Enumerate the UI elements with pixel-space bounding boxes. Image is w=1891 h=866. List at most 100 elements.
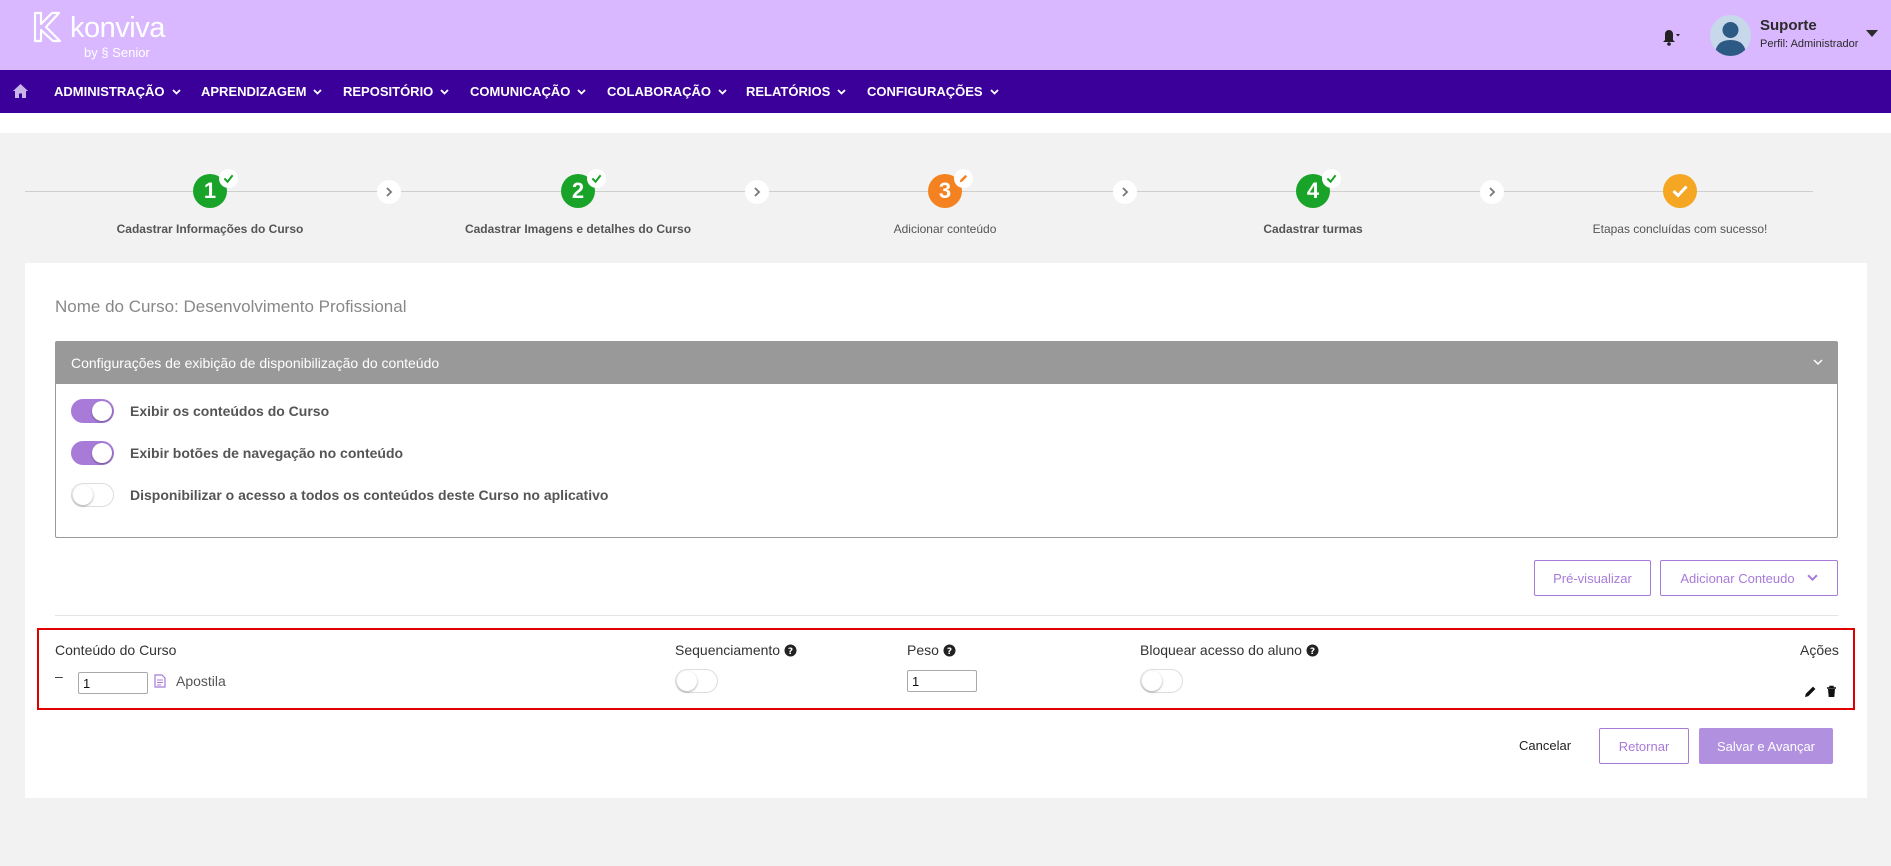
stepper-line (25, 191, 1813, 192)
nav-item-comunicacao[interactable]: COMUNICAÇÃO (470, 70, 587, 113)
nav-item-label: COLABORAÇÃO (607, 84, 711, 99)
collapse-minus[interactable]: – (55, 668, 63, 684)
check-icon (1322, 169, 1341, 188)
user-menu-caret-icon[interactable] (1866, 30, 1878, 37)
step-3-label: Adicionar conteúdo (893, 222, 997, 236)
step-1-label: Cadastrar Informações do Curso (116, 222, 304, 236)
chevron-down-icon (1806, 574, 1818, 582)
chevron-down-icon (577, 88, 587, 95)
cancel-button[interactable]: Cancelar (1519, 738, 1571, 753)
user-name[interactable]: Suporte (1760, 17, 1817, 34)
help-icon[interactable]: ? (943, 644, 956, 657)
nav-item-colaboracao[interactable]: COLABORAÇÃO (607, 70, 727, 113)
save-and-continue-button[interactable]: Salvar e Avançar (1699, 728, 1833, 764)
toggle-label: Disponibilizar o acesso a todos os conte… (130, 487, 609, 503)
step-final-label: Etapas concluídas com sucesso! (1592, 222, 1768, 236)
content-title[interactable]: Apostila (176, 673, 226, 689)
course-content-table: Conteúdo do Curso Sequenciamento ? Peso … (37, 628, 1855, 710)
nav-item-label: COMUNICAÇÃO (470, 84, 571, 99)
header-content: Conteúdo do Curso (55, 642, 176, 658)
home-icon[interactable] (12, 83, 29, 99)
step-2-label: Cadastrar Imagens e detalhes do Curso (464, 222, 692, 236)
chevron-right-icon (745, 180, 769, 204)
trash-icon[interactable] (1825, 685, 1838, 698)
toggle-label: Exibir os conteúdos do Curso (130, 403, 330, 419)
nav-item-aprendizagem[interactable]: APRENDIZAGEM (201, 70, 323, 113)
top-spacer (0, 113, 1891, 133)
brand-byline: by § Senior (84, 45, 150, 60)
chevron-down-icon (718, 88, 727, 95)
display-config-panel: Configurações de exibição de disponibili… (55, 341, 1838, 538)
header-sequencing: Sequenciamento ? (675, 642, 797, 658)
display-config-title: Configurações de exibição de disponibili… (71, 355, 440, 371)
nav-item-label: CONFIGURAÇÕES (867, 84, 983, 99)
header-weight: Peso ? (907, 642, 956, 658)
preview-button[interactable]: Pré-visualizar (1534, 560, 1651, 596)
header-content-label: Conteúdo do Curso (55, 642, 177, 658)
app-access-toggle[interactable] (71, 483, 114, 507)
nav-item-relatorios[interactable]: RELATÓRIOS (746, 70, 846, 113)
weight-input[interactable] (907, 670, 977, 692)
user-role: Perfil: Administrador (1760, 38, 1859, 50)
header-actions: Ações (1800, 642, 1839, 658)
course-name: Nome do Curso: Desenvolvimento Profissio… (55, 297, 407, 316)
nav-item-label: RELATÓRIOS (746, 84, 831, 99)
toggle-row-app-access: Disponibilizar o acesso a todos os conte… (71, 483, 608, 507)
back-button-label: Retornar (1618, 738, 1670, 754)
wizard-stepper: 1 Cadastrar Informações do Curso 2 Cadas… (25, 150, 1815, 250)
svg-text:?: ? (947, 647, 952, 657)
check-icon (587, 169, 606, 188)
nav-buttons-toggle[interactable] (71, 441, 114, 465)
checkmark-icon (1672, 185, 1688, 198)
back-button[interactable]: Retornar (1599, 728, 1689, 764)
toggle-row-show-contents: Exibir os conteúdos do Curso (71, 399, 329, 423)
notification-bell-icon[interactable] (1658, 25, 1680, 47)
avatar[interactable] (1710, 15, 1751, 56)
brand-name: konviva (70, 12, 165, 44)
chevron-down-icon (837, 88, 846, 95)
add-content-button-label: Adicionar Conteudo (1680, 570, 1795, 586)
nav-item-administracao[interactable]: ADMINISTRAÇÃO (54, 70, 181, 113)
sequencing-toggle[interactable] (675, 669, 718, 693)
svg-text:?: ? (788, 647, 793, 657)
header-block: Bloquear acesso do aluno ? (1140, 642, 1319, 658)
chevron-down-icon (989, 88, 999, 95)
main-panel: Nome do Curso: Desenvolvimento Profissio… (25, 263, 1867, 798)
step-number: 4 (1306, 178, 1320, 203)
step-number: 1 (203, 178, 217, 203)
nav-item-configuracoes[interactable]: CONFIGURAÇÕES (867, 70, 999, 113)
pencil-icon (954, 169, 973, 188)
chevron-down-icon (171, 88, 181, 95)
display-config-header[interactable]: Configurações de exibição de disponibili… (56, 342, 1837, 384)
preview-button-label: Pré-visualizar (1553, 570, 1632, 586)
step-number: 2 (571, 178, 585, 203)
save-button-label: Salvar e Avançar (1716, 738, 1816, 754)
konviva-logo[interactable]: konviva by § Senior (32, 10, 165, 62)
section-divider (55, 615, 1838, 616)
edit-pencil-icon[interactable] (1804, 685, 1817, 698)
step-number: 3 (938, 178, 952, 203)
help-icon[interactable]: ? (1306, 644, 1319, 657)
user-silhouette-icon (1715, 22, 1746, 56)
chevron-down-icon (440, 88, 449, 95)
chevron-right-icon (377, 180, 401, 204)
add-content-button[interactable]: Adicionar Conteudo (1660, 560, 1838, 596)
show-contents-toggle[interactable] (71, 399, 114, 423)
step-4-label: Cadastrar turmas (1263, 222, 1363, 236)
chevron-down-icon (1813, 359, 1823, 366)
check-icon (219, 169, 238, 188)
block-access-toggle[interactable] (1140, 669, 1183, 693)
header-actions-label: Ações (1800, 642, 1839, 658)
nav-item-label: ADMINISTRAÇÃO (54, 84, 165, 99)
chevron-down-icon (313, 88, 323, 95)
step-final-circle[interactable] (1663, 174, 1697, 208)
document-icon (154, 674, 166, 688)
nav-item-repositorio[interactable]: REPOSITÓRIO (343, 70, 449, 113)
svg-text:?: ? (1310, 647, 1315, 657)
help-icon[interactable]: ? (784, 644, 797, 657)
chevron-right-icon (1113, 180, 1137, 204)
order-input[interactable] (78, 672, 148, 694)
nav-item-label: REPOSITÓRIO (343, 84, 434, 99)
top-header: konviva by § Senior Suporte Perfil: Admi… (0, 0, 1891, 70)
header-block-label: Bloquear acesso do aluno (1140, 642, 1302, 658)
